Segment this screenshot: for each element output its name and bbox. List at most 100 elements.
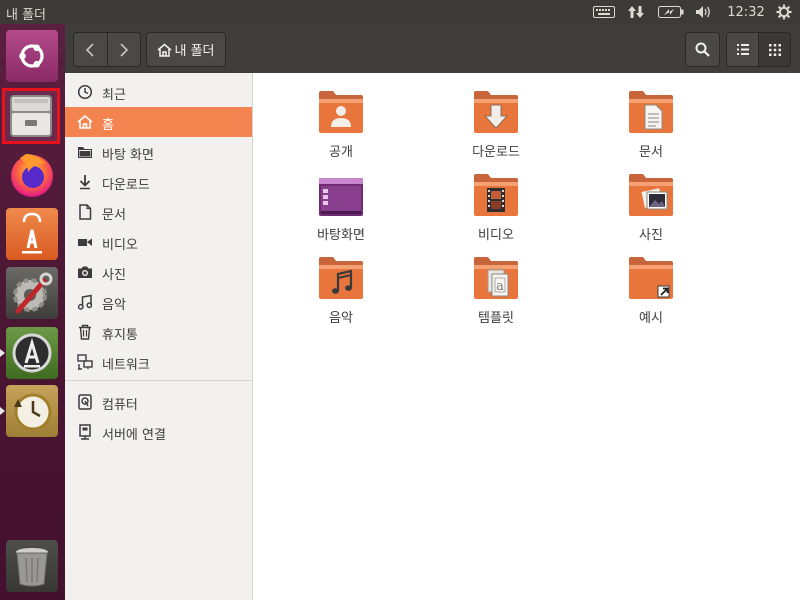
public-folder-icon	[319, 91, 363, 133]
folder-item-public[interactable]: 공개	[286, 81, 396, 160]
camera-icon	[78, 266, 92, 278]
trash-icon	[79, 324, 91, 340]
document-icon	[79, 204, 92, 220]
sidebar-separator	[65, 380, 252, 381]
grid-view-icon	[768, 43, 781, 56]
folder-item-pictures[interactable]: 사진	[596, 164, 706, 243]
list-view-button[interactable]	[726, 32, 759, 67]
folder-label: 예시	[639, 311, 663, 326]
sidebar-item-label: 문서	[102, 208, 126, 223]
sidebar-item-recent[interactable]: 최근	[65, 77, 252, 107]
sidebar-item-downloads[interactable]: 다운로드	[65, 167, 252, 197]
folder-item-music[interactable]: 음악	[286, 247, 396, 326]
battery-icon[interactable]	[657, 3, 685, 21]
keyboard-icon[interactable]	[592, 3, 616, 21]
firefox-icon	[11, 154, 53, 197]
chevron-left-icon	[86, 42, 94, 57]
dash-button[interactable]	[6, 30, 58, 82]
backups-launcher-button[interactable]	[6, 385, 58, 437]
sidebar-item-label: 비디오	[102, 238, 138, 253]
top-panel: 내 폴더 12:32	[0, 0, 800, 24]
sidebar-item-label: 다운로드	[102, 178, 150, 193]
folder-item-desktop[interactable]: 바탕화면	[286, 164, 396, 243]
folder-item-documents[interactable]: 문서	[596, 81, 706, 160]
launcher	[0, 24, 66, 600]
sidebar-item-pictures[interactable]: 사진	[65, 257, 252, 287]
folder-item-examples[interactable]: 예시	[596, 247, 706, 326]
trash-launcher-button[interactable]	[6, 540, 58, 592]
sidebar-item-videos[interactable]: 비디오	[65, 227, 252, 257]
folder-label: 다운로드	[472, 145, 520, 160]
files-launcher-button[interactable]	[2, 88, 60, 144]
updater-icon	[12, 333, 52, 373]
sidebar-item-label: 최근	[102, 88, 126, 103]
sidebar-item-connect-server[interactable]: 서버에 연결	[65, 417, 252, 447]
sidebar: 최근 홈 바탕 화면 다운로드 문서 비디오 사진 음악 휴지통 네트워크 컴퓨…	[65, 73, 253, 600]
clock-icon	[14, 393, 52, 431]
documents-folder-icon	[629, 91, 673, 133]
drive-icon	[78, 394, 92, 410]
back-button[interactable]	[74, 33, 107, 66]
clock-icon	[77, 84, 93, 100]
clock[interactable]: 12:32	[724, 3, 768, 21]
sidebar-item-label: 사진	[102, 268, 126, 283]
file-cabinet-icon	[10, 95, 52, 137]
software-center-launcher-button[interactable]	[6, 208, 58, 260]
sidebar-item-label: 음악	[102, 298, 126, 313]
folder-item-videos[interactable]: 비디오	[441, 164, 551, 243]
sidebar-item-home[interactable]: 홈	[65, 107, 252, 137]
firefox-launcher-button[interactable]	[6, 148, 58, 200]
folder-label: 사진	[639, 228, 663, 243]
home-icon	[157, 43, 172, 57]
templates-folder-icon: a	[474, 257, 518, 299]
forward-button[interactable]	[106, 33, 141, 66]
navigation-buttons	[73, 32, 141, 67]
header-bar: 내 폴더	[65, 24, 800, 74]
videos-folder-icon	[474, 174, 518, 216]
file-view: 공개 다운로드 문서 바탕화면 비디오 사진 음악 a 템플릿 예시	[253, 73, 800, 600]
search-icon	[695, 42, 710, 57]
sidebar-item-label: 컴퓨터	[102, 398, 138, 413]
folder-label: 음악	[329, 311, 353, 326]
grid-view-button[interactable]	[758, 32, 791, 67]
wrench-gear-icon	[13, 272, 53, 314]
path-bar-label: 내 폴더	[174, 44, 215, 59]
download-icon	[79, 175, 91, 190]
folder-label: 템플릿	[478, 311, 514, 326]
volume-icon[interactable]	[693, 3, 715, 21]
examples-folder-icon	[629, 257, 673, 299]
sidebar-item-label: 휴지통	[102, 328, 138, 343]
folder-icon	[78, 147, 92, 158]
home-icon	[77, 114, 93, 129]
chevron-right-icon	[120, 42, 128, 57]
folder-item-downloads[interactable]: 다운로드	[441, 81, 551, 160]
software-updater-launcher-button[interactable]	[6, 327, 58, 379]
list-view-icon	[736, 44, 749, 55]
video-icon	[78, 238, 92, 246]
music-icon	[77, 294, 93, 310]
sidebar-item-trash[interactable]: 휴지통	[65, 317, 252, 347]
sidebar-item-label: 홈	[102, 118, 114, 133]
folder-label: 바탕화면	[317, 228, 365, 243]
path-bar-home-button[interactable]: 내 폴더	[146, 32, 226, 67]
running-indicator	[0, 407, 5, 415]
music-folder-icon	[319, 257, 363, 299]
shopping-bag-icon	[22, 212, 42, 254]
system-settings-launcher-button[interactable]	[6, 267, 58, 319]
ubuntu-logo-icon	[19, 44, 44, 68]
sidebar-item-music[interactable]: 음악	[65, 287, 252, 317]
sidebar-item-computer[interactable]: 컴퓨터	[65, 387, 252, 417]
folder-item-templates[interactable]: a 템플릿	[441, 247, 551, 326]
power-gear-icon[interactable]	[774, 3, 794, 21]
server-icon	[79, 424, 91, 440]
network-arrows-icon[interactable]	[626, 3, 646, 21]
search-button[interactable]	[685, 32, 720, 67]
network-icon	[77, 354, 93, 370]
sidebar-item-desktop[interactable]: 바탕 화면	[65, 137, 252, 167]
folder-label: 공개	[329, 145, 353, 160]
running-indicator	[0, 349, 5, 357]
desktop-folder-icon	[319, 178, 363, 216]
sidebar-item-documents[interactable]: 문서	[65, 197, 252, 227]
sidebar-item-label: 네트워크	[102, 358, 150, 373]
sidebar-item-network[interactable]: 네트워크	[65, 347, 252, 377]
